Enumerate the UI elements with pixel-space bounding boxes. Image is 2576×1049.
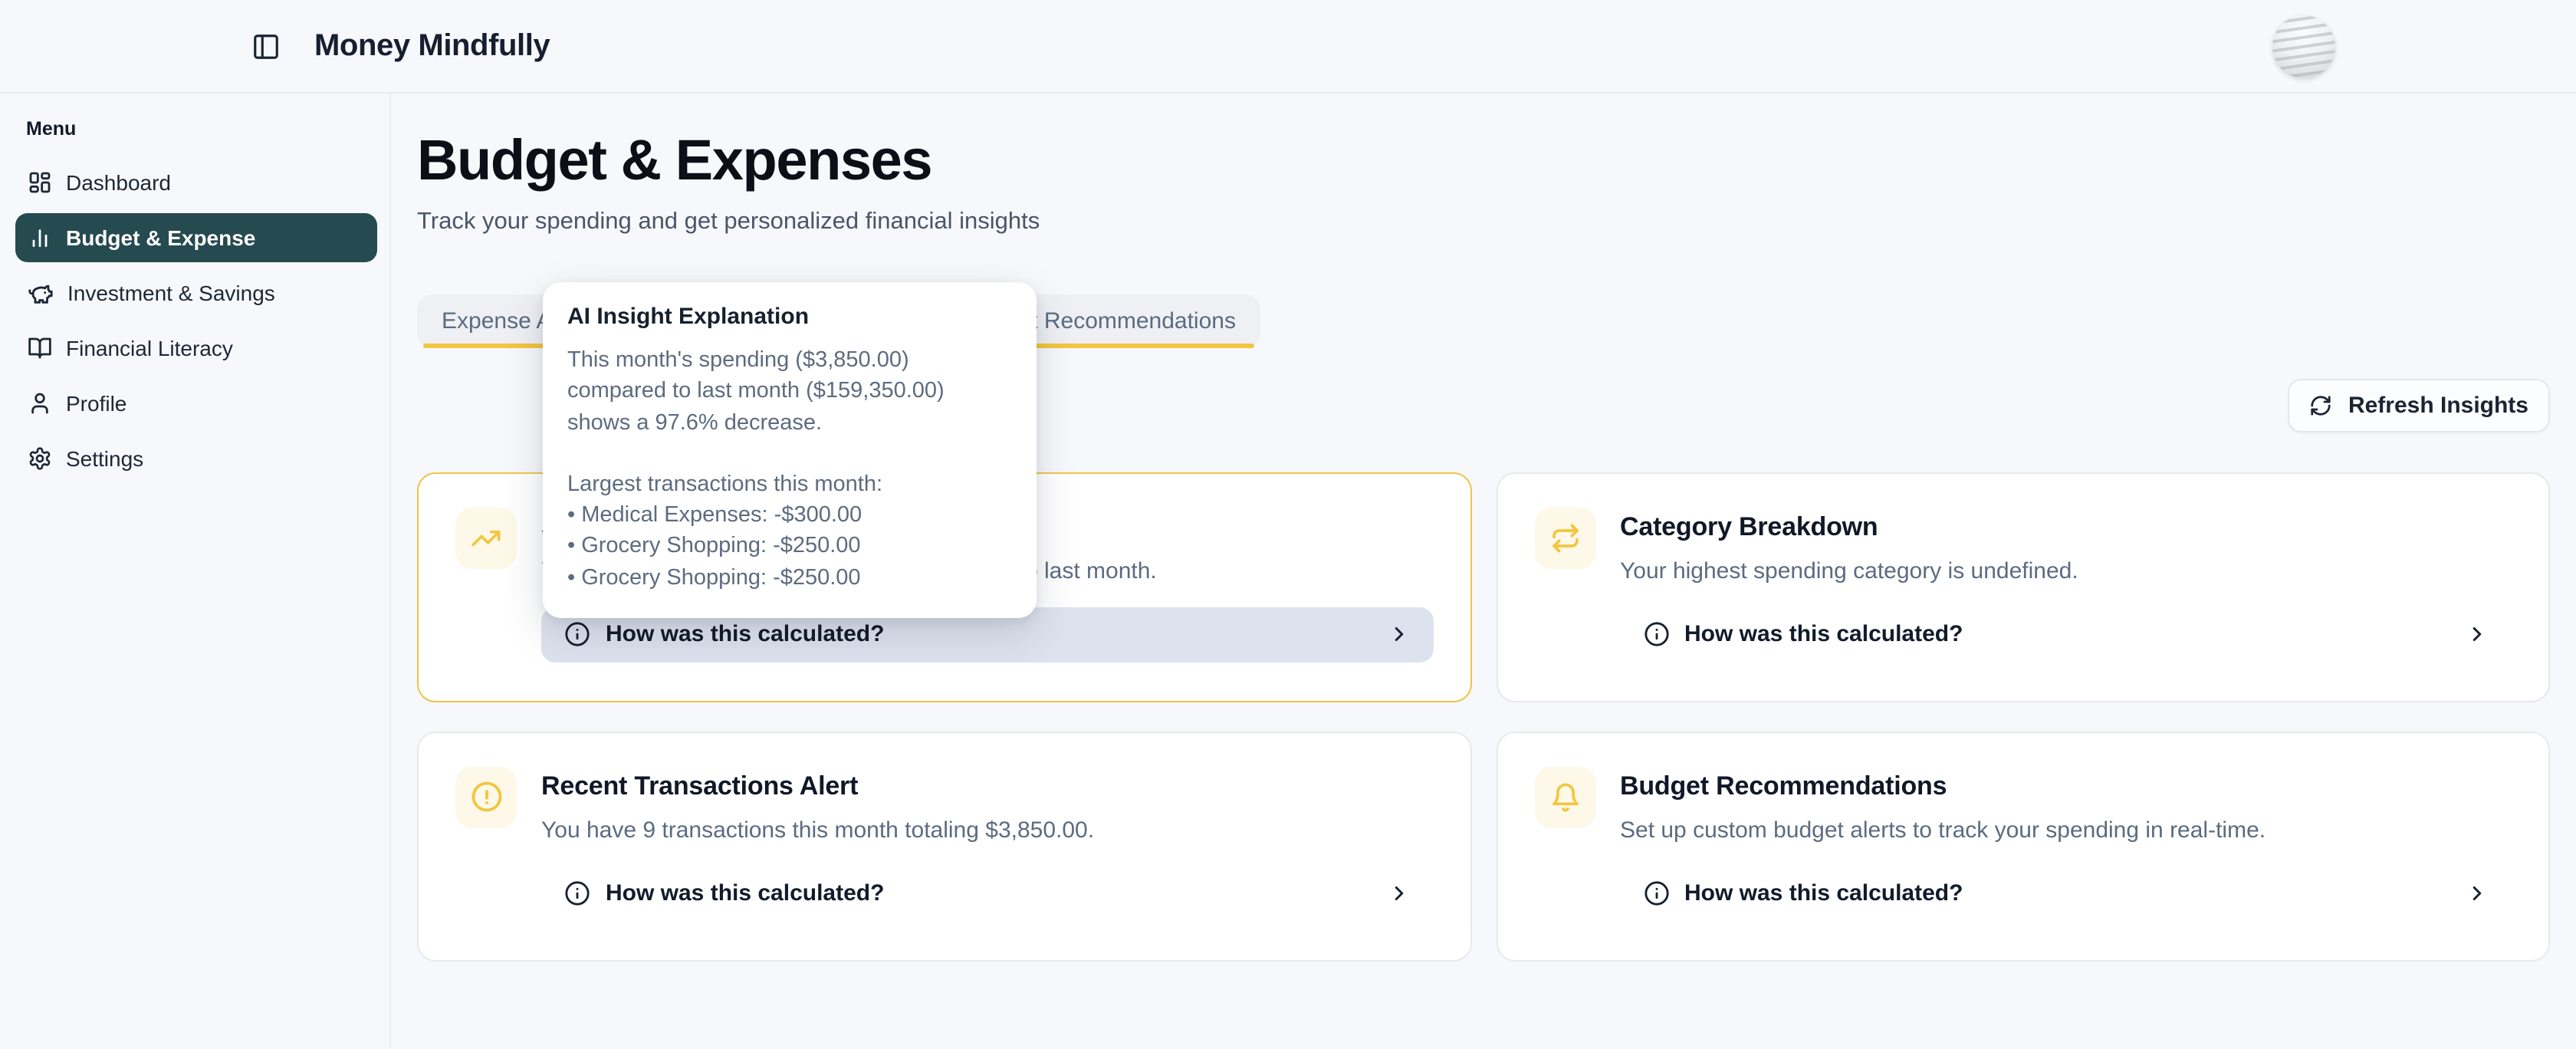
chevron-right-icon [2466, 882, 2489, 905]
chevron-right-icon [1387, 623, 1410, 646]
how-calculated-label: How was this calculated? [1684, 621, 1963, 647]
card-icon-box [1534, 766, 1595, 827]
card-recent-transactions-alert: Recent Transactions Alert You have 9 tra… [417, 731, 1471, 961]
sidebar-item-label: Budget & Expense [66, 225, 255, 250]
sidebar-item-dashboard[interactable]: Dashboard [15, 158, 377, 207]
info-icon [1643, 880, 1669, 906]
card-body: Your highest spending category is undefi… [1620, 557, 2512, 584]
sidebar-item-label: Investment & Savings [67, 281, 275, 305]
card-icon-box [455, 766, 517, 827]
how-calculated-button[interactable]: How was this calculated? [1620, 866, 2512, 921]
card-budget-recommendations: Budget Recommendations Set up custom bud… [1496, 731, 2550, 961]
ai-insight-popover-transactions: Largest transactions this month: • Medic… [567, 469, 1012, 594]
card-title: Category Breakdown [1620, 511, 2512, 542]
info-icon [564, 621, 590, 647]
ai-insight-popover: AI Insight Explanation This month's spen… [543, 282, 1037, 618]
bar-chart-icon [28, 225, 52, 250]
sidebar-item-settings[interactable]: Settings [15, 434, 377, 483]
sidebar-item-financial-literacy[interactable]: Financial Literacy [15, 324, 377, 373]
gear-icon [28, 446, 52, 471]
sidebar-nav: Dashboard Budget & Expense Investment & … [15, 158, 377, 483]
card-title: Budget Recommendations [1620, 771, 2512, 801]
page-title: Budget & Expenses [417, 127, 2550, 194]
book-open-icon [28, 336, 52, 360]
sidebar: Menu Dashboard Budget & Expense Investme… [0, 94, 391, 1049]
info-icon [1643, 621, 1669, 647]
ai-insight-popover-title: AI Insight Explanation [567, 304, 1012, 330]
page-subtitle: Track your spending and get personalized… [417, 208, 2550, 235]
card-title: Recent Transactions Alert [541, 771, 1433, 801]
layout-dashboard-icon [28, 170, 52, 195]
refresh-icon [2310, 393, 2333, 416]
app-root: Money Mindfully Menu Dashboard Budget & … [0, 0, 2576, 1049]
card-content: Category Breakdown Your highest spending… [1620, 507, 2512, 662]
alert-circle-icon [470, 781, 502, 813]
app-header: Money Mindfully [0, 0, 2576, 94]
sidebar-item-investment-savings[interactable]: Investment & Savings [15, 268, 377, 317]
card-content: Budget Recommendations Set up custom bud… [1620, 766, 2512, 921]
sidebar-menu-label: Menu [26, 118, 389, 140]
user-avatar[interactable] [2272, 15, 2335, 77]
bell-icon [1549, 781, 1580, 812]
piggy-bank-icon [28, 280, 54, 306]
card-icon-box [1534, 507, 1595, 568]
how-calculated-button[interactable]: How was this calculated? [1620, 607, 2512, 662]
card-body: Set up custom budget alerts to track you… [1620, 817, 2512, 843]
card-category-breakdown: Category Breakdown Your highest spending… [1496, 472, 2550, 702]
refresh-insights-button[interactable]: Refresh Insights [2288, 378, 2550, 432]
card-body: You have 9 transactions this month total… [541, 817, 1433, 843]
ai-insight-popover-summary: This month's spending ($3,850.00) compar… [567, 345, 1012, 439]
repeat-icon [1549, 522, 1580, 553]
sidebar-item-label: Dashboard [66, 170, 171, 195]
app-title: Money Mindfully [314, 28, 550, 64]
chevron-right-icon [2466, 623, 2489, 646]
info-icon [564, 880, 590, 906]
user-icon [28, 391, 52, 416]
how-calculated-label: How was this calculated? [606, 880, 884, 906]
how-calculated-label: How was this calculated? [1684, 880, 1963, 906]
sidebar-item-label: Financial Literacy [66, 336, 233, 360]
sidebar-item-budget-expense[interactable]: Budget & Expense [15, 213, 377, 262]
sidebar-item-label: Profile [66, 391, 127, 416]
how-calculated-button[interactable]: How was this calculated? [541, 866, 1433, 921]
card-content: Recent Transactions Alert You have 9 tra… [541, 766, 1433, 921]
sidebar-toggle-button[interactable] [247, 28, 284, 64]
card-icon-box [455, 507, 517, 568]
panel-left-icon [251, 31, 280, 61]
refresh-insights-label: Refresh Insights [2348, 392, 2528, 418]
sidebar-item-profile[interactable]: Profile [15, 379, 377, 428]
sidebar-item-label: Settings [66, 446, 143, 471]
how-calculated-label: How was this calculated? [606, 621, 884, 647]
trending-up-icon [471, 522, 501, 553]
chevron-right-icon [1387, 882, 1410, 905]
